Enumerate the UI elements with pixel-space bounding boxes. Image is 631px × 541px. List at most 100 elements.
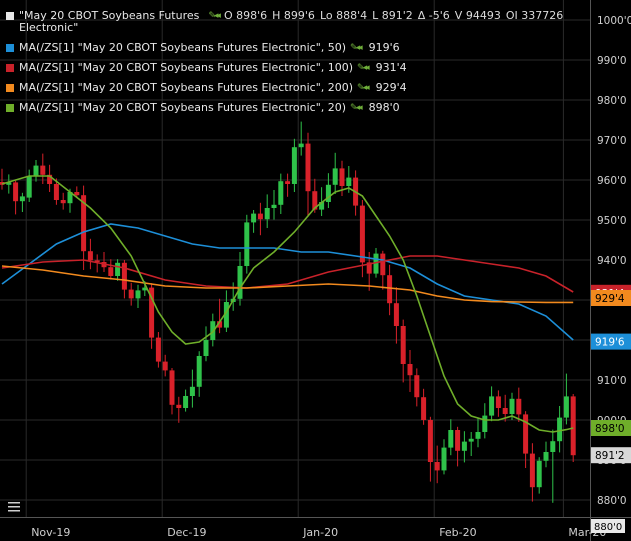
legend-ma-label: MA(/ZS[1] "May 20 CBOT Soybeans Futures … xyxy=(19,41,347,54)
candle-body xyxy=(155,337,161,362)
price-badge-partial-text: 880'0 xyxy=(594,522,622,533)
candle-body xyxy=(570,396,576,456)
candle-body xyxy=(475,432,481,439)
candle-body xyxy=(121,262,127,290)
candle-body xyxy=(509,398,515,414)
candle-body xyxy=(427,420,433,462)
candle-body xyxy=(115,262,121,276)
legend-swatch xyxy=(6,104,14,112)
x-tick-label: Nov-19 xyxy=(31,526,70,539)
candle-body xyxy=(523,414,529,454)
candle-body xyxy=(305,143,311,192)
legend-main-row: "May 20 CBOT Soybeans Futures ✎◂◂ O 898'… xyxy=(6,6,568,26)
x-tick-label: Feb-20 xyxy=(439,526,476,539)
legend-swatch-main xyxy=(6,12,14,20)
legend-low: Lo 888'4 xyxy=(319,9,368,22)
candle-body xyxy=(346,177,352,186)
candle-body xyxy=(278,181,284,205)
candle-body xyxy=(434,462,440,471)
candle-body xyxy=(74,192,80,196)
candle-body xyxy=(489,396,495,416)
price-badge-text: 919'6 xyxy=(595,337,625,349)
legend-swatch xyxy=(6,64,14,72)
legend-ma-row: MA(/ZS[1] "May 20 CBOT Soybeans Futures … xyxy=(6,78,568,98)
y-tick-label: 940'0 xyxy=(597,255,627,267)
pencil-icon[interactable]: ✎◂◂ xyxy=(350,98,363,118)
y-tick-label: 1000'0 xyxy=(597,15,631,27)
candle-body xyxy=(26,176,32,198)
candle-body xyxy=(128,289,134,299)
candle-body xyxy=(536,460,542,488)
candle-body xyxy=(169,370,175,405)
price-badge-text: 891'2 xyxy=(595,450,625,462)
candle-body xyxy=(87,251,93,261)
candle-body xyxy=(557,417,563,442)
candle-body xyxy=(291,147,297,184)
candle-body xyxy=(495,396,501,408)
legend-ma-value: 929'4 xyxy=(375,81,407,94)
legend-swatch xyxy=(6,84,14,92)
candle-body xyxy=(380,253,386,276)
candle-body xyxy=(387,275,393,304)
ma-line-ma50 xyxy=(1,223,574,341)
candle-body xyxy=(400,326,406,364)
candle-body xyxy=(441,447,447,471)
y-tick-label: 990'0 xyxy=(597,55,627,67)
pencil-icon[interactable]: ✎◂◂ xyxy=(350,38,363,58)
candle-body xyxy=(33,165,39,177)
candle-body xyxy=(359,205,365,263)
legend-high: H 899'6 xyxy=(272,9,315,22)
pencil-icon[interactable]: ✎◂◂ xyxy=(357,58,370,78)
y-tick-label: 880'0 xyxy=(597,495,627,507)
candle-body xyxy=(203,340,209,356)
candle-body xyxy=(285,181,291,184)
candle-body xyxy=(60,200,66,204)
candle-body xyxy=(251,213,257,223)
legend-ma-row: MA(/ZS[1] "May 20 CBOT Soybeans Futures … xyxy=(6,38,568,58)
legend-ma-value: 919'6 xyxy=(368,41,400,54)
candle-body xyxy=(461,441,467,451)
pencil-icon[interactable]: ✎◂◂ xyxy=(208,6,221,26)
candle-body xyxy=(108,267,114,276)
legend-ma-row: MA(/ZS[1] "May 20 CBOT Soybeans Futures … xyxy=(6,98,568,118)
candle-body xyxy=(162,361,168,371)
candle-body xyxy=(13,182,19,202)
candle-body xyxy=(563,396,569,418)
candle-body xyxy=(53,184,59,200)
candle-body xyxy=(543,452,549,461)
legend-ma-label: MA(/ZS[1] "May 20 CBOT Soybeans Futures … xyxy=(19,81,354,94)
candle-body xyxy=(339,168,345,186)
price-badge-text: 898'0 xyxy=(595,423,625,435)
candle-body xyxy=(407,364,413,376)
chart-legend: "May 20 CBOT Soybeans Futures ✎◂◂ O 898'… xyxy=(6,6,568,118)
pencil-icon[interactable]: ✎◂◂ xyxy=(357,78,370,98)
candle-body xyxy=(468,438,474,442)
candle-body xyxy=(298,143,304,148)
legend-ma-rows: MA(/ZS[1] "May 20 CBOT Soybeans Futures … xyxy=(6,38,568,118)
x-tick-label: Jan-20 xyxy=(302,526,338,539)
candle-body xyxy=(183,396,189,408)
candle-body xyxy=(257,213,263,220)
legend-ma-row: MA(/ZS[1] "May 20 CBOT Soybeans Futures … xyxy=(6,58,568,78)
y-tick-label: 970'0 xyxy=(597,135,627,147)
legend-open: O 898'6 xyxy=(223,9,268,22)
legend-ma-label: MA(/ZS[1] "May 20 CBOT Soybeans Futures … xyxy=(19,101,347,114)
candle-body xyxy=(332,168,338,185)
legend-last: L 891'2 xyxy=(372,9,413,22)
price-badge-text: 929'4 xyxy=(595,293,625,305)
candle-body xyxy=(414,375,420,398)
menu-icon[interactable] xyxy=(8,502,20,512)
candle-body xyxy=(237,266,243,299)
candle-body xyxy=(455,430,461,451)
candle-body xyxy=(135,290,141,299)
candle-body xyxy=(502,408,508,414)
candle-body xyxy=(196,356,202,387)
candle-body xyxy=(264,208,270,220)
y-tick-label: 950'0 xyxy=(597,215,627,227)
legend-ma-label: MA(/ZS[1] "May 20 CBOT Soybeans Futures … xyxy=(19,61,354,74)
legend-ma-value: 898'0 xyxy=(368,101,400,114)
y-tick-label: 960'0 xyxy=(597,175,627,187)
candle-body xyxy=(448,430,454,448)
legend-oi: OI 337726 xyxy=(505,9,564,22)
legend-volume: V 94493 xyxy=(454,9,501,22)
